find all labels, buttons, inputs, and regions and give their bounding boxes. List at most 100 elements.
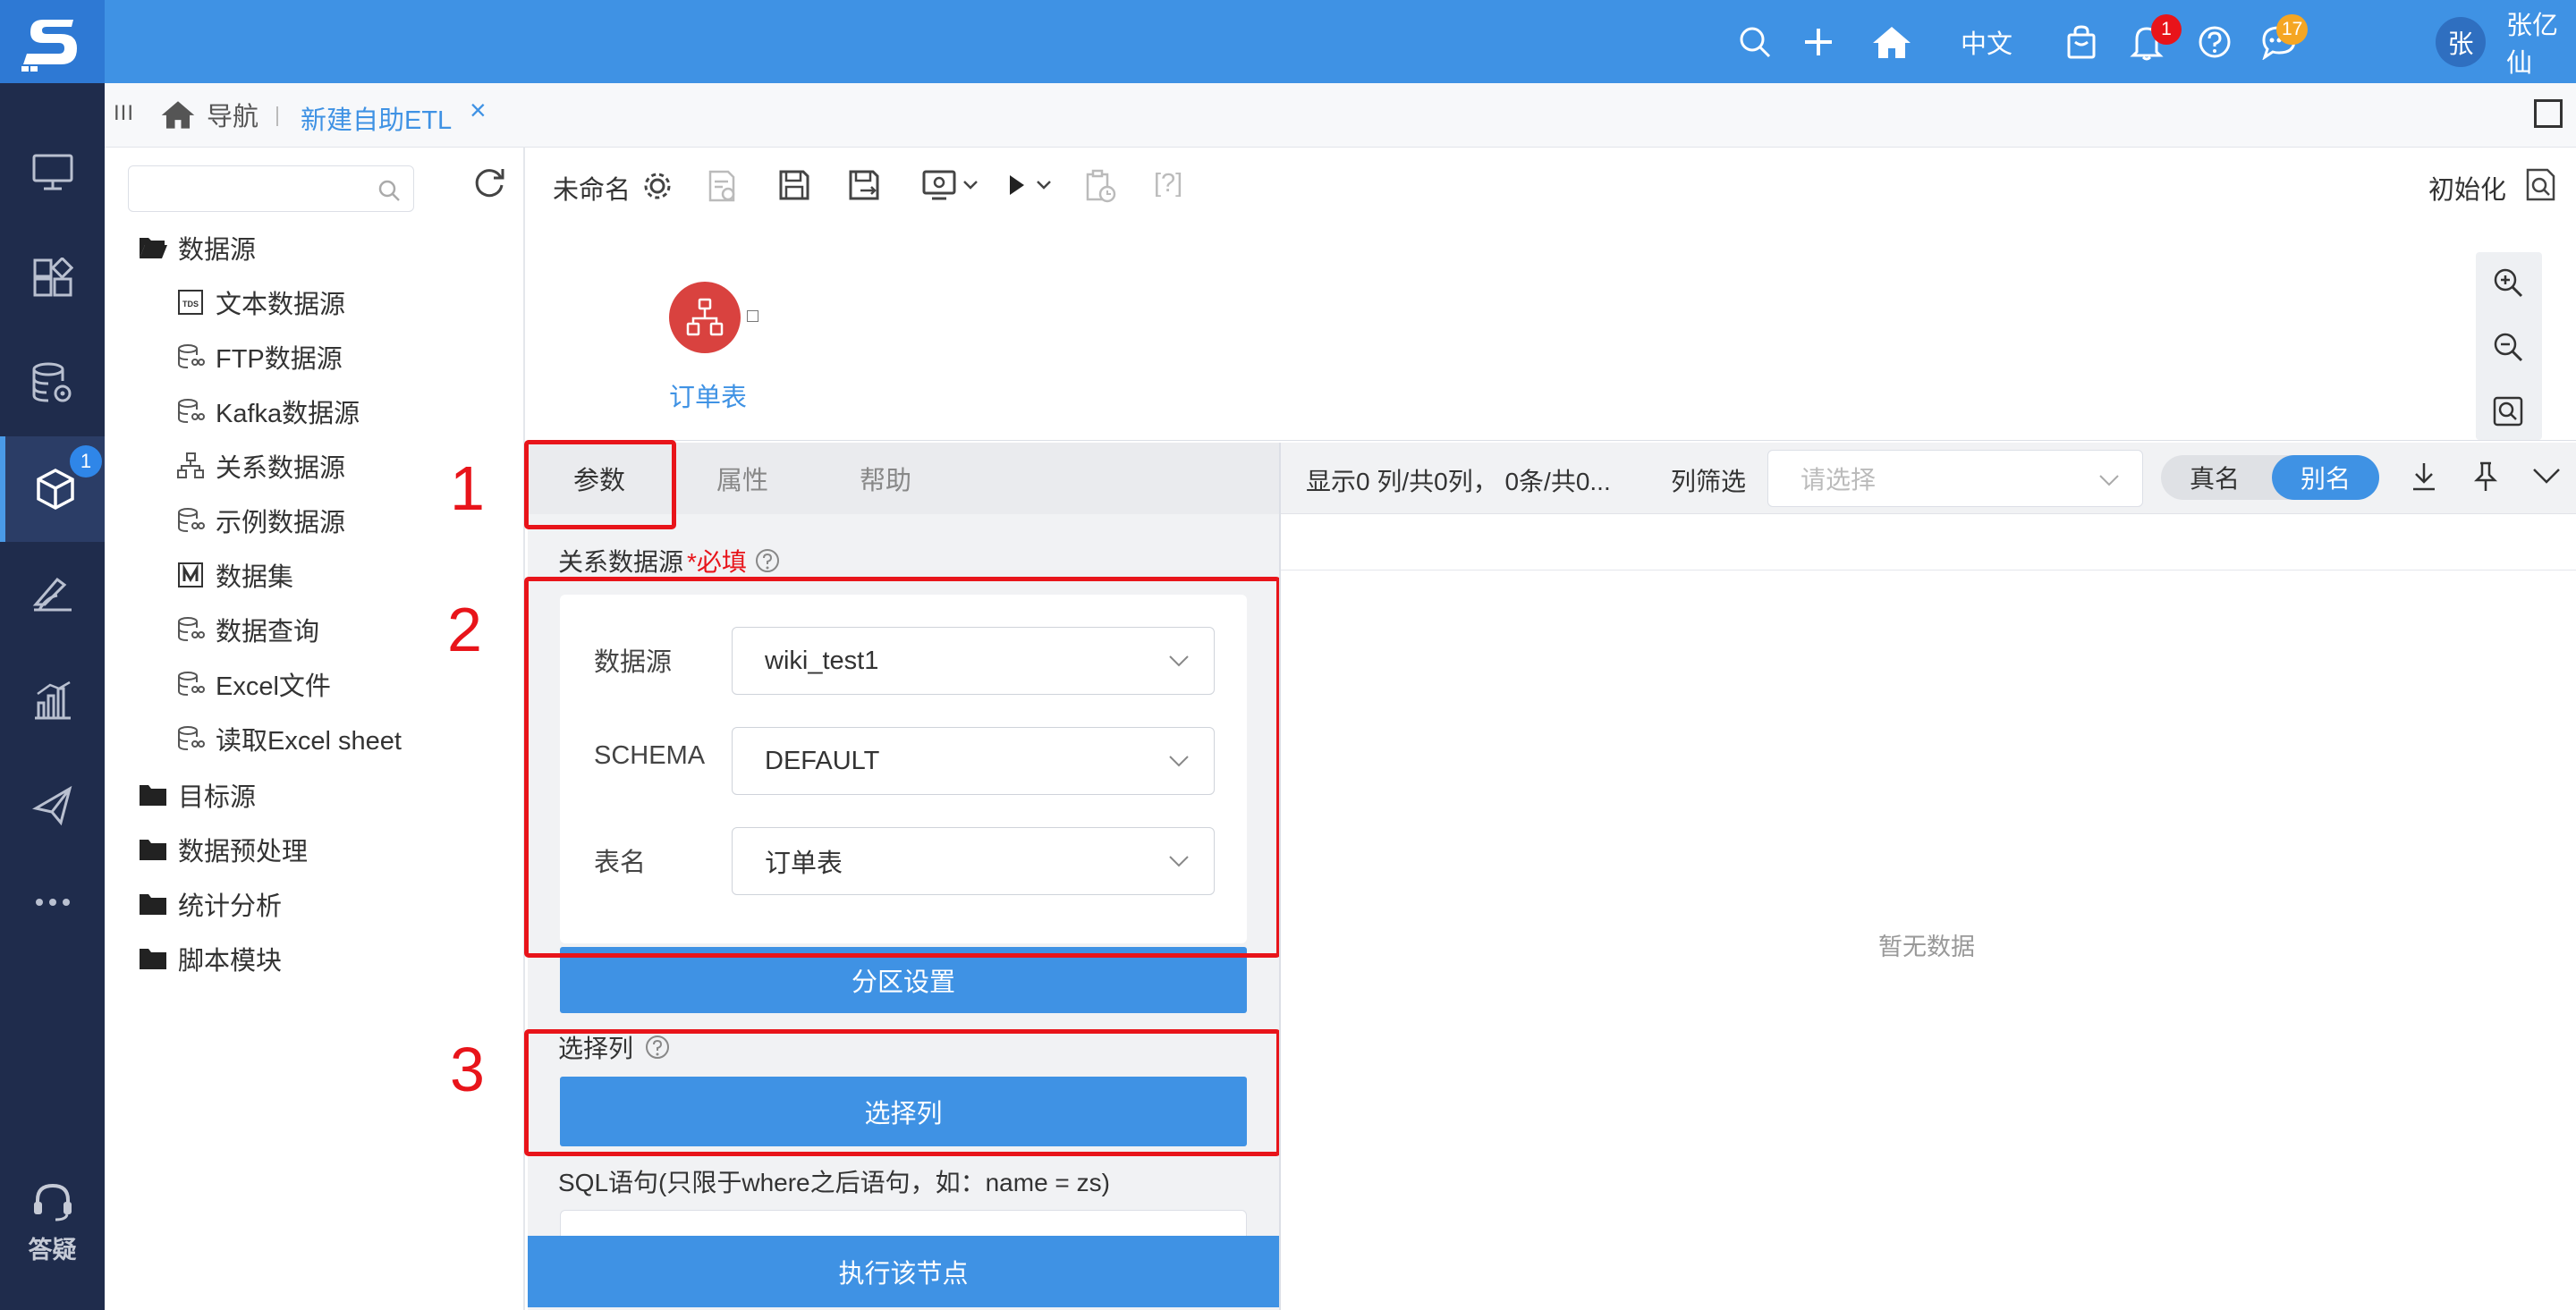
tree-item[interactable]: FTP数据源: [174, 338, 343, 376]
logo-icon: [21, 19, 77, 72]
sidebar-item-monitor[interactable]: [0, 120, 105, 225]
sidebar-item-etl[interactable]: 1: [0, 436, 105, 542]
toggle-alias-name[interactable]: 别名: [2272, 455, 2379, 500]
tree-item[interactable]: 读取Excel sheet: [174, 720, 402, 757]
schedule-button[interactable]: [1084, 169, 1118, 205]
annotation-box-3: [524, 1029, 1281, 1156]
refresh-button[interactable]: [471, 164, 507, 199]
flow-canvas[interactable]: 订单表: [528, 228, 2576, 441]
required-mark: *必填: [687, 548, 747, 576]
user-name[interactable]: 张亿仙: [2506, 0, 2576, 83]
settings-button[interactable]: [642, 171, 673, 201]
tab-active-etl[interactable]: 新建自助ETL: [301, 99, 452, 137]
zoom-in-button[interactable]: [2492, 266, 2524, 299]
download-button[interactable]: [2410, 461, 2438, 493]
tree-item[interactable]: 数据查询: [174, 611, 319, 648]
toggle-real-name[interactable]: 真名: [2161, 455, 2268, 500]
sidebar-item-analysis[interactable]: [0, 542, 105, 647]
help-center[interactable]: 答疑: [0, 1180, 105, 1265]
pin-button[interactable]: [2472, 461, 2499, 493]
sidebar-item-data-settings[interactable]: [0, 331, 105, 436]
preview-search-button[interactable]: [2524, 167, 2558, 203]
tree-item-label: 示例数据源: [216, 509, 346, 537]
zoom-fit-button[interactable]: [2492, 395, 2524, 427]
home-button[interactable]: [1871, 0, 1912, 83]
sidebar-item-report[interactable]: [0, 647, 105, 753]
flow-node-label[interactable]: 订单表: [669, 376, 747, 414]
collapse-button[interactable]: [2531, 466, 2562, 486]
user-avatar-wrap[interactable]: 张: [2436, 0, 2486, 83]
folder-icon: [137, 833, 169, 866]
tab-properties[interactable]: 属性: [671, 443, 814, 514]
tab-strip: III 导航 新建自助ETL ×: [105, 83, 2576, 148]
annotation-number-2: 2: [447, 595, 482, 664]
ruler-icon: [32, 577, 72, 612]
tree-item[interactable]: 数据预处理: [137, 831, 308, 868]
store-button[interactable]: [2065, 0, 2097, 83]
folder-icon: [137, 888, 169, 920]
result-summary: 显示0 列/共0列， 0条/共0...: [1306, 468, 1611, 495]
tree-item-label: 数据查询: [216, 618, 320, 647]
zoom-out-icon: [2494, 333, 2523, 362]
sidebar-item-apps[interactable]: [0, 225, 105, 331]
zoom-in-icon: [2494, 268, 2523, 298]
document-clock-icon: [708, 170, 735, 202]
maximize-button[interactable]: [2534, 99, 2563, 128]
play-icon: [1010, 175, 1024, 195]
app-logo[interactable]: [0, 0, 105, 83]
tree-item-label: 数据源: [178, 236, 257, 265]
tree-item-label: 目标源: [178, 783, 257, 812]
home-icon: [161, 101, 195, 129]
flow-node-relation[interactable]: [669, 282, 741, 353]
save-button[interactable]: [778, 169, 810, 201]
zoom-out-button[interactable]: [2492, 331, 2524, 363]
tree-item[interactable]: 示例数据源: [174, 502, 345, 539]
tree-item[interactable]: 关系数据源: [174, 447, 345, 485]
database-link-icon: [174, 723, 207, 755]
tree-item[interactable]: 目标源: [137, 776, 256, 814]
annotation-number-3: 3: [450, 1035, 485, 1104]
tree-item[interactable]: 统计分析: [137, 885, 282, 923]
preview-dropdown[interactable]: [921, 169, 979, 201]
save-as-button[interactable]: [848, 169, 882, 201]
help-button[interactable]: [?]: [1154, 169, 1182, 199]
tree-item[interactable]: 数据集: [174, 556, 293, 594]
language-switch[interactable]: 中文: [1961, 0, 2012, 83]
tree-item-label: 读取Excel sheet: [216, 727, 402, 756]
menu-toggle[interactable]: III: [114, 101, 134, 126]
run-dropdown[interactable]: [1007, 173, 1052, 198]
log-button[interactable]: [707, 169, 739, 203]
tree-item[interactable]: Excel文件: [174, 665, 331, 703]
tree-item-label: 统计分析: [178, 892, 283, 921]
folder-icon: [137, 942, 169, 975]
search-button[interactable]: [1738, 0, 1772, 83]
question-circle-icon[interactable]: [754, 547, 781, 574]
sidebar-item-publish[interactable]: [0, 753, 105, 858]
folder-open-icon: [137, 232, 169, 264]
tree-item[interactable]: Kafka数据源: [174, 393, 360, 430]
execute-node-button[interactable]: 执行该节点: [528, 1236, 1279, 1307]
tree-item-label: 文本数据源: [216, 291, 346, 319]
add-button[interactable]: [1803, 0, 1834, 83]
tab-home[interactable]: 导航: [160, 96, 258, 133]
tab-close-button[interactable]: ×: [470, 94, 487, 127]
tree-search-input[interactable]: [129, 166, 352, 211]
tree-item-label: Excel文件: [216, 672, 331, 701]
chevron-down-icon: [2099, 475, 2119, 486]
tree-search-box[interactable]: [128, 165, 414, 212]
etl-title[interactable]: 未命名: [553, 169, 631, 207]
name-toggle[interactable]: 真名 别名: [2161, 455, 2379, 500]
node-port[interactable]: [747, 310, 758, 322]
tree-item[interactable]: 脚本模块: [137, 940, 282, 977]
annotation-box-2: [524, 577, 1281, 958]
help-label: 答疑: [28, 1237, 77, 1264]
sidebar-item-more[interactable]: [0, 849, 105, 955]
faq-button[interactable]: [2198, 0, 2232, 83]
column-filter-select[interactable]: 请选择: [1767, 450, 2143, 507]
cube-icon: [36, 469, 74, 510]
tab-help[interactable]: 帮助: [814, 443, 957, 514]
init-button[interactable]: 初始化: [2428, 169, 2506, 207]
empty-state-text: 暂无数据: [1878, 934, 1975, 960]
tree-item[interactable]: TDS 文本数据源: [174, 283, 345, 321]
tree-item[interactable]: 数据源: [137, 229, 256, 266]
